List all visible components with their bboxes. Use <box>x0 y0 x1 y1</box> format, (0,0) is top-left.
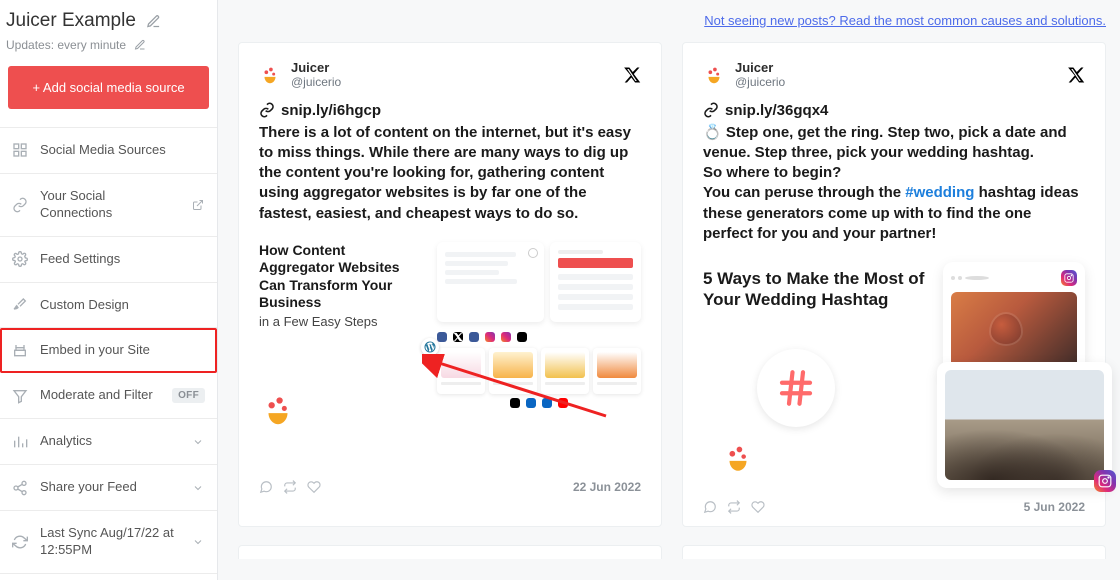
analytics-icon <box>12 434 28 450</box>
reply-icon[interactable] <box>703 500 717 514</box>
chevron-down-icon <box>191 481 205 495</box>
main-content: Not seeing new posts? Read the most comm… <box>218 0 1120 580</box>
image-subheadline: in a Few Easy Steps <box>259 314 411 329</box>
grid-icon <box>12 142 28 158</box>
sidebar-item-label: Feed Settings <box>40 251 205 268</box>
instagram-icon <box>1094 470 1116 492</box>
image-headline: 5 Ways to Make the Most of Your Wedding … <box>703 268 933 311</box>
external-link-icon <box>191 198 205 212</box>
sidebar-item-moderate-and-filter[interactable]: Moderate and Filter OFF <box>0 373 217 419</box>
sidebar-item-label: Last Sync Aug/17/22 at 12:55PM <box>40 525 179 559</box>
chevron-down-icon <box>191 535 205 549</box>
sidebar-nav: Social Media Sources Your Social Connect… <box>0 127 217 574</box>
post-text: There is a lot of content on the interne… <box>259 123 641 224</box>
share-icon <box>12 480 28 496</box>
help-link[interactable]: Not seeing new posts? Read the most comm… <box>704 13 1106 28</box>
sidebar-item-label: Analytics <box>40 433 179 450</box>
like-icon[interactable] <box>751 500 765 514</box>
retweet-icon[interactable] <box>727 500 741 514</box>
hashtag-badge-icon <box>757 349 835 427</box>
page-title: Juicer Example <box>6 10 136 32</box>
chevron-down-icon <box>191 435 205 449</box>
post-snip-link[interactable]: snip.ly/i6hgcp <box>281 102 381 119</box>
sidebar-item-embed-in-your-site[interactable]: Embed in your Site <box>0 328 217 373</box>
juicer-logo-icon <box>259 391 411 429</box>
post-image: 5 Ways to Make the Most of Your Wedding … <box>703 262 1085 492</box>
x-twitter-icon <box>623 66 641 84</box>
post-card[interactable]: Juicer @juicerio snip.ly/i6hgcp There is… <box>238 42 662 527</box>
post-header: Juicer @juicerio <box>703 61 1085 90</box>
post-footer: 5 Jun 2022 <box>703 500 1085 514</box>
feed: Juicer @juicerio snip.ly/i6hgcp There is… <box>238 42 1106 527</box>
sync-icon <box>12 534 28 550</box>
edit-title-icon[interactable] <box>146 14 161 29</box>
next-row-stub <box>238 545 1106 559</box>
x-twitter-icon <box>1067 66 1085 84</box>
post-author: Juicer <box>291 61 613 76</box>
instagram-card <box>937 362 1112 488</box>
sidebar-item-label: Social Media Sources <box>40 142 205 159</box>
post-handle: @juicerio <box>735 76 1057 90</box>
post-header: Juicer @juicerio <box>259 61 641 90</box>
sidebar: Juicer Example Updates: every minute + A… <box>0 0 218 580</box>
wordpress-icon <box>421 338 439 356</box>
filter-icon <box>12 388 28 404</box>
juicer-logo-icon <box>721 441 933 475</box>
post-handle: @juicerio <box>291 76 613 90</box>
link-icon <box>12 197 28 213</box>
post-card[interactable]: Juicer @juicerio snip.ly/36gqx4 💍 Step o… <box>682 42 1106 527</box>
link-icon <box>703 102 719 118</box>
moderation-off-badge: OFF <box>172 388 205 403</box>
reply-icon[interactable] <box>259 480 273 494</box>
sidebar-item-your-social-connections[interactable]: Your Social Connections <box>0 174 217 237</box>
updates-label: Updates: every minute <box>6 38 126 52</box>
juicer-logo-icon <box>703 64 725 86</box>
brush-icon <box>12 297 28 313</box>
post-snip-link[interactable]: snip.ly/36gqx4 <box>725 102 828 119</box>
sidebar-item-social-media-sources[interactable]: Social Media Sources <box>0 128 217 174</box>
instagram-icon <box>1061 270 1077 286</box>
embed-icon <box>12 343 28 359</box>
sidebar-item-custom-design[interactable]: Custom Design <box>0 283 217 329</box>
post-text: 💍 Step one, get the ring. Step two, pick… <box>703 123 1085 245</box>
sidebar-item-label: Embed in your Site <box>40 342 205 359</box>
like-icon[interactable] <box>307 480 321 494</box>
post-footer: 22 Jun 2022 <box>259 480 641 494</box>
edit-schedule-icon[interactable] <box>134 39 146 51</box>
post-image: How Content Aggregator Websites Can Tran… <box>259 242 641 472</box>
juicer-logo-icon <box>259 64 281 86</box>
sidebar-item-analytics[interactable]: Analytics <box>0 419 217 465</box>
post-body: snip.ly/i6hgcp There is a lot of content… <box>259 102 641 224</box>
retweet-icon[interactable] <box>283 480 297 494</box>
sidebar-item-share-your-feed[interactable]: Share your Feed <box>0 465 217 511</box>
post-author: Juicer <box>735 61 1057 76</box>
post-body: snip.ly/36gqx4 💍 Step one, get the ring.… <box>703 102 1085 245</box>
sidebar-item-last-sync[interactable]: Last Sync Aug/17/22 at 12:55PM <box>0 511 217 574</box>
sidebar-item-label: Your Social Connections <box>40 188 179 222</box>
sidebar-item-label: Custom Design <box>40 297 205 314</box>
sidebar-item-label: Share your Feed <box>40 479 179 496</box>
image-headline: How Content Aggregator Websites Can Tran… <box>259 242 411 312</box>
hashtag-link[interactable]: #wedding <box>905 184 974 201</box>
link-icon <box>259 102 275 118</box>
sidebar-item-feed-settings[interactable]: Feed Settings <box>0 237 217 283</box>
post-date: 22 Jun 2022 <box>573 480 641 494</box>
add-source-button[interactable]: + Add social media source <box>8 66 209 109</box>
gear-icon <box>12 251 28 267</box>
post-date: 5 Jun 2022 <box>1024 500 1085 514</box>
sidebar-item-label: Moderate and Filter <box>40 387 160 404</box>
